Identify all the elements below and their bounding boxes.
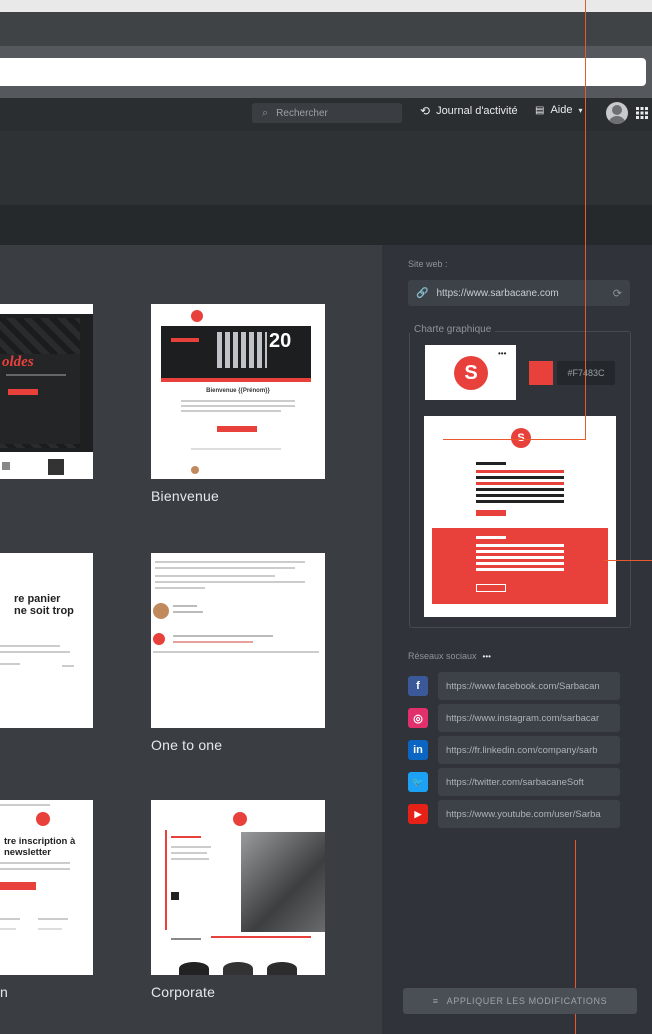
email-preview: S [424,416,616,617]
facebook-icon: f [408,676,428,696]
template-headline: Bienvenue {{Prénom}} [206,388,270,394]
social-networks-header: Réseaux sociaux ••• [408,651,491,661]
brand-charter-label: Charte graphique [410,324,496,335]
header-band [0,131,652,205]
activity-log-label: Journal d'activité [436,105,518,117]
social-row-facebook: f https://www.facebook.com/Sarbacan [408,672,620,700]
help-label: Aide [550,104,573,116]
instagram-icon: ◎ [408,708,428,728]
address-bar[interactable] [0,58,646,86]
template-thumbnail-bienvenue[interactable]: 20 Bienvenue {{Prénom}} [151,304,325,479]
linkedin-icon: in [408,740,428,760]
social-row-twitter: 🐦 https://twitter.com/sarbacaneSoft [408,768,620,796]
sarbacane-logo-icon: S [454,356,488,390]
browser-tab-bar [0,12,652,46]
website-url: https://www.sarbacane.com [436,287,559,299]
template-thumbnail-soldes[interactable]: oldes [0,304,93,479]
website-input[interactable]: 🔗 https://www.sarbacane.com ⟳ [408,280,630,306]
template-thumbnail-one-to-one[interactable] [151,553,325,728]
apps-grid-icon[interactable] [636,106,648,119]
twitter-icon: 🐦 [408,772,428,792]
instagram-url-input[interactable]: https://www.instagram.com/sarbacar [438,704,620,732]
social-row-instagram: ◎ https://www.instagram.com/sarbacar [408,704,620,732]
preview-logo-icon: S [511,428,531,448]
apply-changes-label: APPLIQUER LES MODIFICATIONS [446,996,608,1006]
template-name-corporate: Corporate [151,984,216,1000]
chevron-down-icon: ▾ [578,105,583,115]
social-row-linkedin: in https://fr.linkedin.com/company/sarb [408,736,620,764]
refresh-icon[interactable]: ⟳ [613,287,622,300]
website-label: Site web : [408,259,448,269]
search-placeholder: Rechercher [276,107,328,119]
social-options-icon[interactable]: ••• [483,652,491,661]
activity-log-link[interactable]: ⟲ Journal d'activité [420,104,518,118]
template-name-one-to-one: One to one [151,737,223,753]
twitter-url-input[interactable]: https://twitter.com/sarbacaneSoft [438,768,620,796]
youtube-url-input[interactable]: https://www.youtube.com/user/Sarba [438,800,620,828]
callout-line [443,439,586,440]
template-headline: tre inscription à newsletter [4,836,76,858]
callout-line [604,560,652,561]
search-input[interactable]: ⌕ Rechercher [252,103,402,123]
template-thumbnail-corporate[interactable] [151,800,325,975]
browser-top-strip [0,0,652,12]
search-icon: ⌕ [262,106,269,119]
youtube-icon: ▶ [408,804,428,824]
template-name-bienvenue: Bienvenue [151,488,219,504]
brand-color-hex[interactable]: #F7483C [557,361,615,385]
avatar[interactable] [606,102,628,124]
history-icon: ⟲ [420,104,431,118]
linkedin-url-input[interactable]: https://fr.linkedin.com/company/sarb [438,736,620,764]
template-name-newsletter: n [0,984,8,1000]
template-thumbnail-panier[interactable]: re panier ne soit trop [0,553,93,728]
subheader-band [0,205,652,245]
help-icon: ▤ [535,104,545,116]
template-headline: re panier ne soit trop [14,593,74,617]
brand-color-swatch[interactable] [529,361,553,385]
save-icon: ≡ [432,996,439,1006]
logo-options-icon[interactable]: ••• [498,349,506,358]
facebook-url-input[interactable]: https://www.facebook.com/Sarbacan [438,672,620,700]
social-networks-label: Réseaux sociaux [408,651,477,661]
template-promo-text: oldes [2,354,34,370]
callout-line [585,0,586,440]
template-badge: 20 [269,330,292,352]
help-menu[interactable]: ▤ Aide ▾ [535,104,583,116]
apply-changes-button[interactable]: ≡ APPLIQUER LES MODIFICATIONS [403,988,637,1014]
social-row-youtube: ▶ https://www.youtube.com/user/Sarba [408,800,620,828]
template-thumbnail-newsletter[interactable]: tre inscription à newsletter [0,800,93,975]
link-icon: 🔗 [416,287,429,299]
